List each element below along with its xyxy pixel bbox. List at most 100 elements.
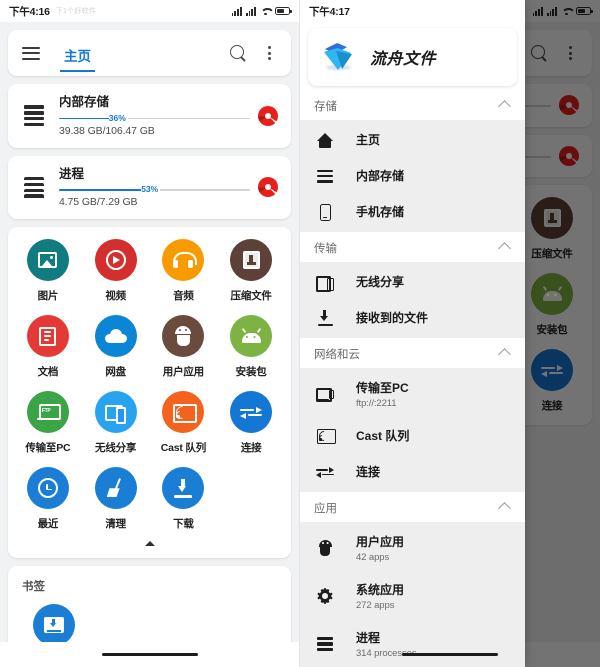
process-icon: [21, 177, 47, 198]
kebab-icon[interactable]: [261, 46, 277, 60]
chevron-up-icon: [498, 348, 511, 361]
drawer-header-card[interactable]: 流舟文件: [308, 28, 517, 86]
grid-item-user-apps[interactable]: 用户应用: [150, 315, 218, 387]
drawer-item-wireless-share[interactable]: 无线分享: [300, 264, 525, 300]
storage-card-process[interactable]: 进程 53% 4.75 GB/7.29 GB: [8, 156, 291, 220]
status-time: 下午4:16: [9, 4, 50, 19]
grid-item-label: 最近: [38, 516, 59, 531]
ftp-laptop-icon: FTP: [27, 391, 69, 433]
grid-item-label: 连接: [241, 440, 262, 455]
broom-icon: [95, 467, 137, 509]
home-pill[interactable]: [402, 653, 498, 656]
chevron-up-icon: [498, 100, 511, 113]
grid-item-label: 网盘: [105, 364, 126, 379]
chevron-up-icon: [498, 242, 511, 255]
pie-chart-icon[interactable]: [258, 177, 278, 197]
grid-item-label: 下载: [173, 516, 194, 531]
drawer-item-user-apps[interactable]: 用户应用 42 apps: [300, 524, 525, 572]
drawer-item-system-apps[interactable]: 系统应用 272 apps: [300, 572, 525, 620]
app-bar: 主页: [8, 30, 291, 76]
grid-item-images[interactable]: 图片: [14, 239, 82, 311]
drawer-item-connect[interactable]: 连接: [300, 454, 525, 490]
drawer-section-body-transfer: 无线分享 接收到的文件: [300, 262, 525, 338]
pc-icon: [314, 387, 336, 401]
storage-card-body: 内部存储 36% 39.38 GB/106.47 GB: [47, 95, 258, 137]
home-pill[interactable]: [102, 653, 198, 656]
grid-item-cast[interactable]: Cast 队列: [150, 391, 218, 463]
battery-icon: [275, 7, 290, 15]
storage-usage: 4.75 GB/7.29 GB: [59, 196, 250, 208]
grid-item-archives[interactable]: 压缩文件: [217, 239, 285, 311]
grid-item-label: 清理: [105, 516, 126, 531]
drawer-item-subtitle: 42 apps: [356, 552, 404, 563]
grid-item-connect[interactable]: 连接: [217, 391, 285, 463]
storage-percent: 53%: [141, 184, 160, 194]
phone-icon: [314, 204, 336, 221]
drawer-item-internal-storage[interactable]: 内部存储: [300, 158, 525, 194]
wireless-share-icon: [95, 391, 137, 433]
list-storage-icon: [314, 170, 336, 183]
cast-icon: [162, 391, 204, 433]
drawer-menu[interactable]: 存储 主页 内部存储 手机存储: [300, 86, 525, 667]
bookmark-download-dir[interactable]: 下载目录: [22, 604, 86, 642]
drawer-item-home[interactable]: 主页: [300, 122, 525, 158]
grid-item-audio[interactable]: 音频: [150, 239, 218, 311]
drawer-item-label: 连接: [356, 465, 380, 479]
drawer-section-body-network: 传输至PC ftp://:2211 Cast 队列 连接: [300, 368, 525, 492]
grid-item-label: 压缩文件: [231, 288, 272, 303]
image-icon: [27, 239, 69, 281]
right-phone-screen: 压缩文件 安装包 连接: [300, 0, 600, 667]
play-icon: [95, 239, 137, 281]
app-name: 流舟文件: [370, 45, 436, 69]
shortcut-grid-card: 图片 视频 音频 压缩文件: [8, 227, 291, 558]
grid-collapse-button[interactable]: [14, 539, 285, 554]
dual-screenshot: 下午4:16 下1个好软件 主页: [0, 0, 600, 667]
grid-item-apk[interactable]: 安装包: [217, 315, 285, 387]
storage-card-body: 进程 53% 4.75 GB/7.29 GB: [47, 167, 258, 209]
tab-strip: 主页: [60, 30, 95, 76]
left-phone-screen: 下午4:16 下1个好软件 主页: [0, 0, 300, 667]
clock-icon: [27, 467, 69, 509]
grid-item-recent[interactable]: 最近: [14, 467, 82, 539]
app-logo-icon: [322, 41, 356, 73]
tab-home[interactable]: 主页: [60, 50, 95, 73]
pie-chart-icon[interactable]: [258, 106, 278, 126]
drawer-header: 流舟文件: [300, 22, 525, 86]
download-icon: [314, 310, 336, 326]
storage-title: 进程: [59, 167, 250, 183]
home-icon: [314, 133, 336, 148]
document-icon: [27, 315, 69, 357]
grid-item-videos[interactable]: 视频: [82, 239, 150, 311]
storage-title: 内部存储: [59, 95, 250, 111]
drawer-item-received-files[interactable]: 接收到的文件: [300, 300, 525, 336]
grid-item-transfer-pc[interactable]: FTP 传输至PC: [14, 391, 82, 463]
grid-item-clean[interactable]: 清理: [82, 467, 150, 539]
drawer-item-subtitle: 272 apps: [356, 600, 404, 611]
wireless-share-icon: [314, 275, 336, 289]
drawer-item-phone-storage[interactable]: 手机存储: [300, 194, 525, 230]
drawer-item-transfer-to-pc[interactable]: 传输至PC ftp://:2211: [300, 370, 525, 418]
drawer-section-header-storage[interactable]: 存储: [300, 90, 525, 120]
drawer-section-header-network[interactable]: 网络和云: [300, 338, 525, 368]
chevron-up-icon: [498, 502, 511, 515]
navigation-drawer: 下午4:17 流舟文件 存储: [300, 0, 525, 667]
storage-card-internal[interactable]: 内部存储 36% 39.38 GB/106.47 GB: [8, 84, 291, 148]
left-scroll-area[interactable]: 主页 内部存储 36% 39.38 GB/106.47 GB: [0, 22, 299, 642]
drawer-section-header-apps[interactable]: 应用: [300, 492, 525, 522]
hamburger-icon[interactable]: [22, 47, 40, 60]
grid-item-cloud[interactable]: 网盘: [82, 315, 150, 387]
apk-icon: [230, 315, 272, 357]
grid-item-wireless-share[interactable]: 无线分享: [82, 391, 150, 463]
grid-item-download[interactable]: 下载: [150, 467, 218, 539]
search-icon[interactable]: [230, 45, 247, 62]
bookmarks-title: 书签: [22, 578, 277, 594]
grid-item-label: 音频: [173, 288, 194, 303]
drawer-item-label: 用户应用: [356, 535, 404, 549]
section-title: 网络和云: [314, 346, 500, 362]
storage-progress: 53%: [59, 185, 250, 194]
drawer-item-cast-queue[interactable]: Cast 队列: [300, 418, 525, 454]
drawer-item-label: 无线分享: [356, 275, 404, 289]
headphones-icon: [162, 239, 204, 281]
drawer-section-header-transfer[interactable]: 传输: [300, 232, 525, 262]
grid-item-documents[interactable]: 文档: [14, 315, 82, 387]
